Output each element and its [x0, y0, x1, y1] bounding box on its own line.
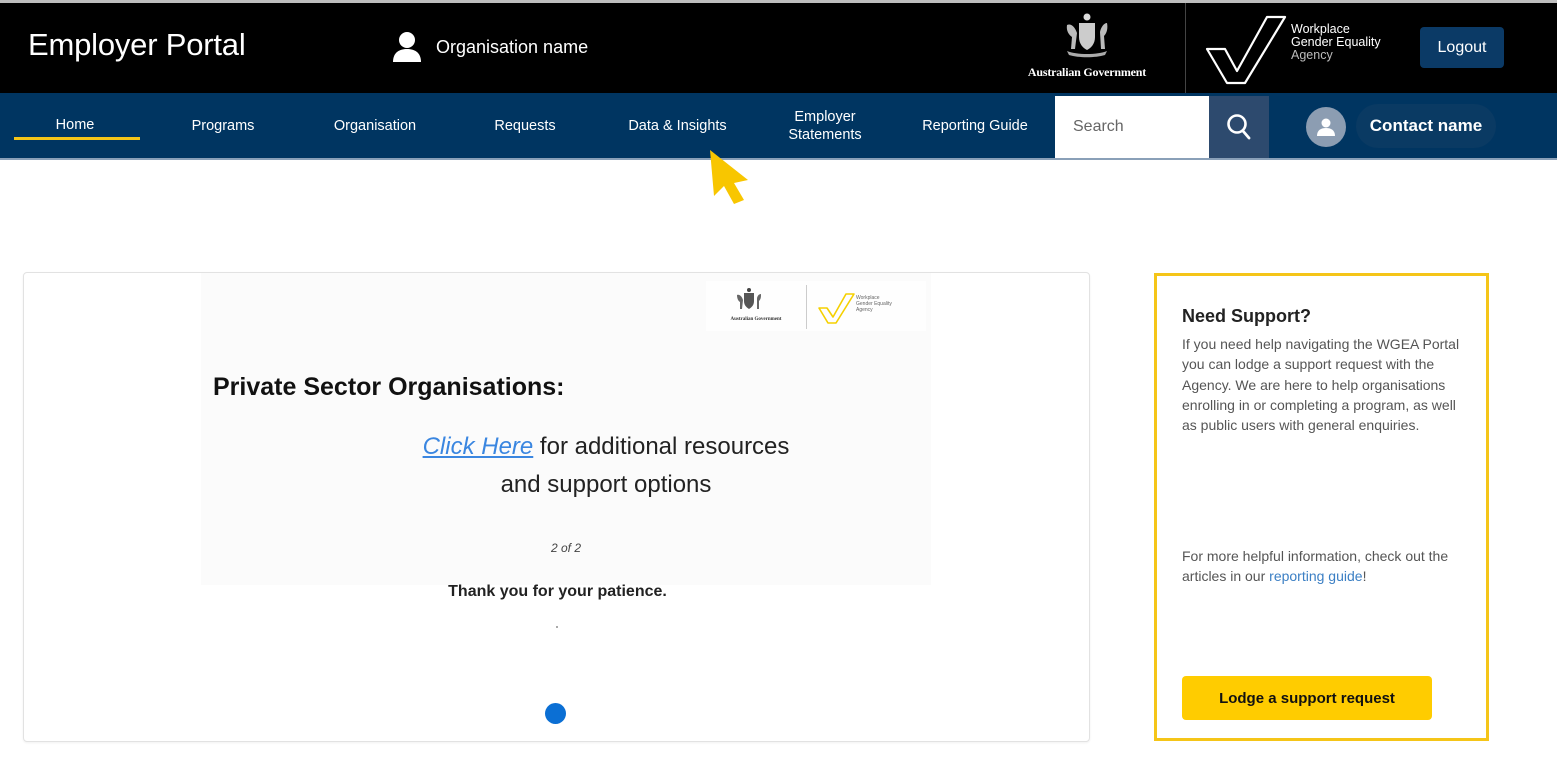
logo-divider: [1185, 3, 1186, 96]
top-header: Employer Portal Organisation name Austra…: [0, 0, 1557, 96]
support-more-info: For more helpful information, check out …: [1182, 548, 1449, 585]
support-panel: Need Support? If you need help navigatin…: [1154, 273, 1489, 741]
contact-name-button[interactable]: Contact name: [1356, 104, 1496, 148]
main-navigation: Home Programs Organisation Requests Data…: [0, 93, 1557, 160]
nav-item-home[interactable]: Home: [10, 93, 140, 158]
contact-avatar[interactable]: [1306, 107, 1346, 147]
thank-you-text: Thank you for your patience.: [448, 583, 667, 600]
slide-wgea-text: Workplace Gender Equality Agency: [856, 295, 892, 313]
click-here-link[interactable]: Click Here: [423, 433, 534, 460]
carousel-slide: Australian Government Workplace Gender E…: [201, 273, 931, 585]
slide-text-line1: Click Here for additional resources: [422, 433, 790, 460]
decorative-dot: [556, 626, 558, 628]
carousel-indicator-dot[interactable]: [545, 703, 566, 724]
logout-button[interactable]: Logout: [1420, 27, 1504, 68]
slide-logo-divider: [806, 285, 807, 329]
slide-counter: 2 of 2: [550, 541, 582, 555]
cursor-arrow-icon: [710, 150, 748, 204]
slide-logos: Australian Government Workplace Gender E…: [706, 281, 926, 331]
government-logo-text: Australian Government: [1027, 65, 1147, 79]
organisation-info[interactable]: Organisation name: [392, 31, 588, 63]
slide-text-line2: and support options: [500, 471, 712, 498]
support-description: If you need help navigating the WGEA Por…: [1182, 336, 1460, 434]
nav-item-employer-statements[interactable]: Employer Statements: [770, 93, 880, 158]
coat-of-arms-icon: [737, 288, 761, 309]
search-input[interactable]: [1055, 96, 1209, 158]
search-button[interactable]: [1209, 96, 1269, 158]
reporting-guide-link[interactable]: reporting guide: [1269, 568, 1362, 584]
portal-title[interactable]: Employer Portal: [28, 27, 246, 63]
wgea-check-icon: [1205, 15, 1287, 85]
nav-item-organisation[interactable]: Organisation: [315, 93, 435, 158]
nav-item-requests[interactable]: Requests: [475, 93, 575, 158]
wgea-logo: Workplace Gender Equality Agency: [1195, 9, 1405, 89]
support-title: Need Support?: [1182, 306, 1311, 326]
person-icon: [393, 32, 421, 62]
coat-of-arms-icon: [1066, 13, 1108, 58]
user-avatar-icon: [1317, 118, 1335, 136]
wgea-check-icon: [818, 293, 855, 324]
nav-item-reporting-guide[interactable]: Reporting Guide: [905, 93, 1045, 158]
wgea-logo-text: Workplace Gender Equality Agency: [1291, 22, 1381, 62]
slide-government-text: Australian Government: [730, 317, 782, 322]
lodge-support-request-button[interactable]: Lodge a support request: [1182, 676, 1432, 720]
slide-heading: Private Sector Organisations:: [213, 373, 565, 401]
nav-item-programs[interactable]: Programs: [168, 93, 278, 158]
organisation-name: Organisation name: [436, 36, 589, 57]
search-icon: [1227, 114, 1251, 140]
announcement-carousel: Australian Government Workplace Gender E…: [23, 272, 1090, 742]
australian-government-logo: Australian Government: [1012, 11, 1162, 87]
